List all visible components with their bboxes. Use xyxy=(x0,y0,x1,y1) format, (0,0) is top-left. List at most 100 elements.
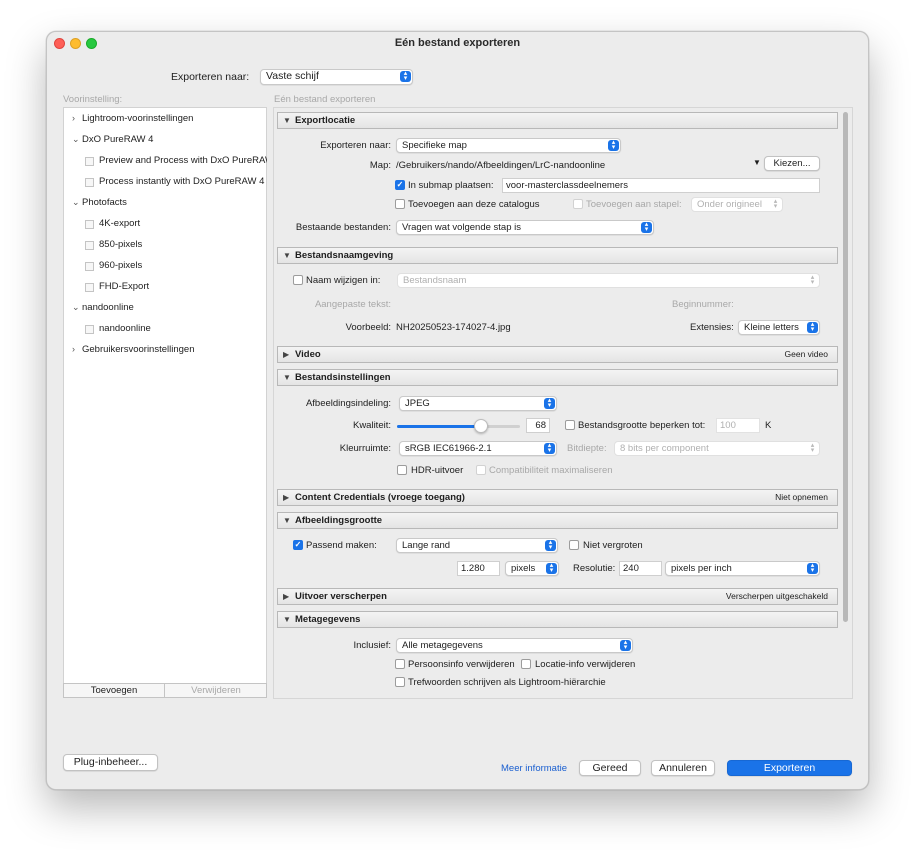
disclosure-closed-icon: ▶ xyxy=(283,493,290,502)
subfolder-checkbox[interactable]: ✓ xyxy=(395,180,405,190)
preset-item-preview-dxo[interactable]: Preview and Process with DxO PureRAW 4 xyxy=(99,155,267,166)
cancel-button[interactable]: Annuleren xyxy=(651,760,715,776)
chevron-down-icon: ⌄ xyxy=(72,302,80,312)
colorspace-label: Kleurruimte: xyxy=(339,443,391,454)
fit-checkbox[interactable]: ✓ xyxy=(293,540,303,550)
section-file-naming[interactable]: ▼ Bestandsnaamgeving xyxy=(277,247,838,264)
format-label: Afbeeldingsindeling: xyxy=(305,398,391,409)
add-catalog-checkbox[interactable] xyxy=(395,199,405,209)
size-input[interactable]: 1.280 xyxy=(457,561,500,576)
zoom-window-button[interactable] xyxy=(86,38,97,49)
export-to-folder-label: Exporteren naar: xyxy=(320,140,391,151)
preset-item-label: FHD-Export xyxy=(99,281,150,292)
chevron-updown-icon: ▴ ▾ xyxy=(608,139,619,151)
include-label: Inclusief: xyxy=(353,640,392,651)
no-enlarge-checkbox[interactable] xyxy=(569,540,579,550)
select-value: Alle metagegevens xyxy=(402,640,483,651)
colorspace-select[interactable]: sRGB IEC61966-2.1 ▴ ▾ xyxy=(399,441,557,456)
rename-template-select[interactable]: Bestandsnaam ▴ ▾ xyxy=(397,273,820,288)
remove-location-checkbox[interactable] xyxy=(521,659,531,669)
preset-item-850[interactable]: 850-pixels xyxy=(99,239,142,250)
section-title: Bestandsinstellingen xyxy=(295,372,391,383)
section-title: Afbeeldingsgrootte xyxy=(295,515,383,526)
preset-folder-label: Gebruikersvoorinstellingen xyxy=(82,344,195,355)
folder-label: Map: xyxy=(369,160,391,171)
settings-scrollbar[interactable] xyxy=(843,112,848,622)
resolution-input[interactable]: 240 xyxy=(619,561,662,576)
preset-item-label: 850-pixels xyxy=(99,239,143,250)
preset-folder-label: DxO PureRAW 4 xyxy=(82,134,154,145)
bitdepth-select[interactable]: 8 bits per component ▴ ▾ xyxy=(614,441,820,456)
include-select[interactable]: Alle metagegevens ▴ ▾ xyxy=(396,638,633,653)
subfolder-input[interactable]: voor-masterclassdeelnemers xyxy=(502,178,820,193)
rename-checkbox[interactable] xyxy=(293,275,303,285)
limit-size-checkbox[interactable] xyxy=(565,420,575,430)
compat-checkbox[interactable] xyxy=(476,465,486,475)
format-select[interactable]: JPEG ▴ ▾ xyxy=(399,396,557,411)
section-image-size[interactable]: ▼ Afbeeldingsgrootte xyxy=(277,512,838,529)
remove-location-label: Locatie-info verwijderen xyxy=(535,659,636,670)
chevron-updown-icon: ▴ ▾ xyxy=(807,562,818,574)
presets-heading: Voorinstelling: xyxy=(63,94,123,105)
limit-size-input[interactable]: 100 xyxy=(716,418,760,433)
preset-folder-label: Photofacts xyxy=(82,197,127,208)
export-to-folder-select[interactable]: Specifieke map ▴ ▾ xyxy=(396,138,621,153)
stack-position-select[interactable]: Onder origineel ▴ ▾ xyxy=(691,197,783,212)
quality-label: Kwaliteit: xyxy=(352,420,391,431)
select-value: pixels per inch xyxy=(671,563,732,574)
preset-folder-nandoonline[interactable]: ⌄ nandoonline xyxy=(72,302,134,313)
custom-text-label: Aangepaste tekst: xyxy=(314,299,391,310)
section-title: Uitvoer verscherpen xyxy=(295,591,387,602)
close-window-button[interactable] xyxy=(54,38,65,49)
preset-item-nandoonline[interactable]: nandoonline xyxy=(99,323,151,334)
keywords-hierarchy-checkbox[interactable] xyxy=(395,677,405,687)
preset-folder-photofacts[interactable]: ⌄ Photofacts xyxy=(72,197,127,208)
export-to-label: Exporteren naar: xyxy=(171,71,250,83)
minimize-window-button[interactable] xyxy=(70,38,81,49)
preset-item-process-dxo[interactable]: Process instantly with DxO PureRAW 4 xyxy=(99,176,264,187)
folder-dropdown-icon[interactable]: ▼ xyxy=(753,158,761,167)
section-video[interactable]: ▶ Video Geen video xyxy=(277,346,838,363)
fit-select[interactable]: Lange rand ▴ ▾ xyxy=(396,538,558,553)
existing-files-select[interactable]: Vragen wat volgende stap is ▴ ▾ xyxy=(396,220,654,235)
extensions-select[interactable]: Kleine letters ▴ ▾ xyxy=(738,320,820,335)
preset-folder-dxo[interactable]: ⌄ DxO PureRAW 4 xyxy=(72,134,154,145)
section-content-credentials[interactable]: ▶ Content Credentials (vroege toegang) Nie… xyxy=(277,489,838,506)
preset-item-960[interactable]: 960-pixels xyxy=(99,260,142,271)
export-button[interactable]: Exporteren xyxy=(727,760,852,776)
chevron-updown-icon: ▴ ▾ xyxy=(400,70,411,82)
select-value: pixels xyxy=(511,563,536,574)
section-metadata[interactable]: ▼ Metagegevens xyxy=(277,611,838,628)
choose-folder-button[interactable]: Kiezen... xyxy=(764,156,820,171)
section-status: Geen video xyxy=(784,349,828,359)
preset-folder-user[interactable]: › Gebruikersvoorinstellingen xyxy=(72,344,195,355)
export-to-select[interactable]: Vaste schijf ▴ ▾ xyxy=(260,69,413,85)
preset-icon xyxy=(85,178,94,187)
section-file-settings[interactable]: ▼ Bestandsinstellingen xyxy=(277,369,838,386)
remove-person-checkbox[interactable] xyxy=(395,659,405,669)
select-value: sRGB IEC61966-2.1 xyxy=(405,443,492,454)
select-value: 8 bits per component xyxy=(620,443,709,454)
preset-folder-lightroom[interactable]: › Lightroom-voorinstellingen xyxy=(72,113,193,124)
section-export-location[interactable]: ▼ Exportlocatie xyxy=(277,112,838,129)
quality-slider[interactable] xyxy=(397,425,520,428)
add-preset-button[interactable]: Toevoegen xyxy=(64,684,165,697)
add-stack-checkbox[interactable] xyxy=(573,199,583,209)
preset-item-4k[interactable]: 4K-export xyxy=(99,218,140,229)
more-info-link[interactable]: Meer informatie xyxy=(501,763,567,774)
preset-list[interactable]: › Lightroom-voorinstellingen ⌄ DxO PureRAW… xyxy=(63,107,267,686)
size-unit-select[interactable]: pixels ▴ ▾ xyxy=(505,561,559,576)
quality-slider-knob[interactable] xyxy=(474,419,488,433)
remove-person-label: Persoonsinfo verwijderen xyxy=(408,659,515,670)
done-button[interactable]: Gereed xyxy=(579,760,641,776)
hdr-checkbox[interactable] xyxy=(397,465,407,475)
limit-size-label: Bestandsgrootte beperken tot: xyxy=(578,420,706,431)
section-sharpen[interactable]: ▶ Uitvoer verscherpen Verscherpen uitgesch… xyxy=(277,588,838,605)
remove-preset-button[interactable]: Verwijderen xyxy=(166,684,266,697)
plugin-manager-button[interactable]: Plug-inbeheer... xyxy=(63,754,158,771)
resolution-unit-select[interactable]: pixels per inch ▴ ▾ xyxy=(665,561,820,576)
chevron-updown-icon: ▴ ▾ xyxy=(773,198,778,210)
quality-input[interactable]: 68 xyxy=(526,418,550,433)
preset-item-fhd[interactable]: FHD-Export xyxy=(99,281,149,292)
preset-icon xyxy=(85,241,94,250)
